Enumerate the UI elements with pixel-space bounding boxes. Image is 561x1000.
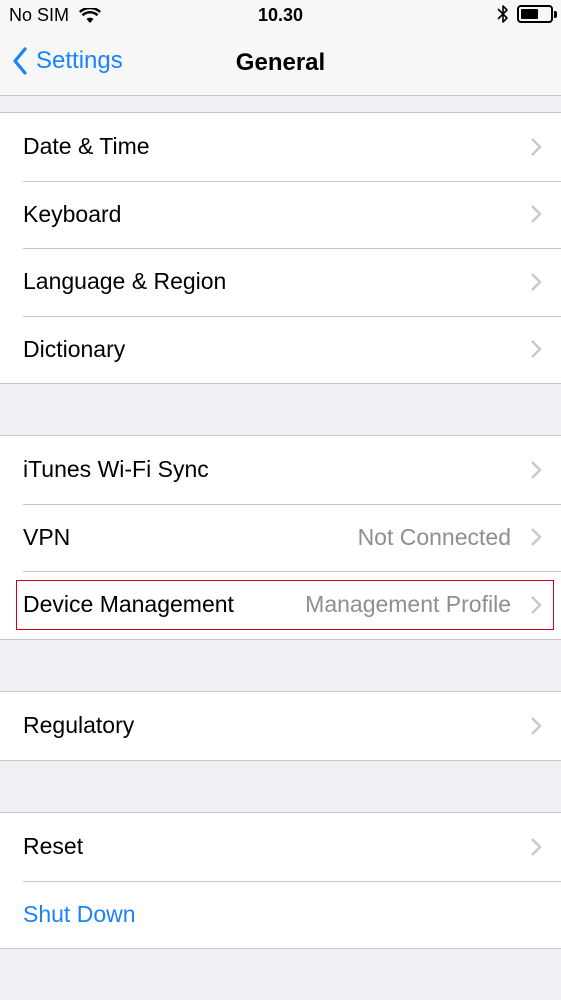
- row-label: Dictionary: [23, 335, 126, 362]
- device-management-value: Management Profile: [305, 591, 511, 618]
- settings-group-3: Regulatory: [0, 691, 561, 761]
- shut-down-button[interactable]: Shut Down: [0, 880, 561, 949]
- row-vpn[interactable]: VPN Not Connected: [0, 503, 561, 572]
- navigation-bar: Settings General: [0, 32, 561, 96]
- row-label: Device Management: [23, 591, 234, 618]
- general-settings-screen: No SIM 10.30 Settings General Date & Tim…: [0, 0, 561, 1000]
- chevron-right-icon: [531, 460, 542, 479]
- row-itunes-wifi-sync[interactable]: iTunes Wi-Fi Sync: [0, 436, 561, 504]
- row-reset[interactable]: Reset: [0, 813, 561, 881]
- settings-group-1: Date & Time Keyboard Language & Region D…: [0, 112, 561, 384]
- page-title: General: [235, 49, 326, 76]
- chevron-right-icon: [531, 528, 542, 547]
- status-bar: No SIM 10.30: [0, 0, 561, 32]
- row-regulatory[interactable]: Regulatory: [0, 692, 561, 760]
- row-label: Keyboard: [23, 200, 122, 227]
- chevron-right-icon: [531, 272, 542, 291]
- row-label: Language & Region: [23, 268, 227, 295]
- shut-down-label: Shut Down: [23, 900, 136, 927]
- row-label: Regulatory: [23, 712, 135, 739]
- chevron-right-icon: [531, 595, 542, 614]
- battery-fill: [521, 9, 538, 19]
- battery-tip: [554, 11, 557, 18]
- row-device-management[interactable]: Device Management Management Profile: [0, 571, 561, 639]
- bluetooth-icon: [497, 5, 508, 23]
- row-language-region[interactable]: Language & Region: [0, 248, 561, 316]
- row-label: Reset: [23, 833, 84, 860]
- row-label: Date & Time: [23, 133, 150, 160]
- chevron-right-icon: [531, 340, 542, 359]
- row-label: VPN: [23, 523, 71, 550]
- settings-group-4: Reset Shut Down: [0, 812, 561, 949]
- chevron-right-icon: [531, 137, 542, 156]
- chevron-right-icon: [531, 205, 542, 224]
- chevron-right-icon: [531, 716, 542, 735]
- vpn-status-value: Not Connected: [357, 523, 511, 550]
- battery-icon: [517, 5, 557, 23]
- row-keyboard[interactable]: Keyboard: [0, 180, 561, 249]
- row-label: iTunes Wi-Fi Sync: [23, 456, 209, 483]
- status-right: [497, 4, 557, 24]
- row-dictionary[interactable]: Dictionary: [0, 315, 561, 384]
- status-time: 10.30: [257, 5, 304, 25]
- settings-group-2: iTunes Wi-Fi Sync VPN Not Connected Devi…: [0, 435, 561, 640]
- chevron-right-icon: [531, 837, 542, 856]
- row-date-time[interactable]: Date & Time: [0, 113, 561, 181]
